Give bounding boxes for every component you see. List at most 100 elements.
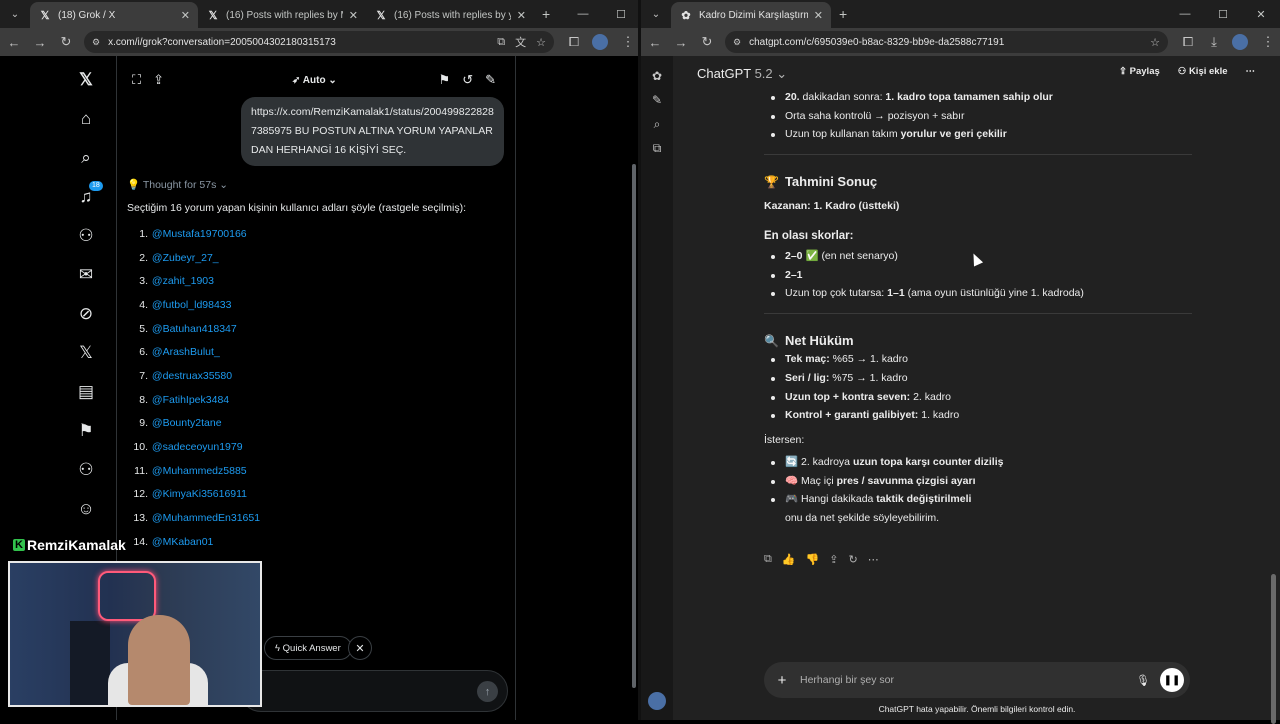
scrollbar[interactable] — [1268, 56, 1278, 724]
more-icon[interactable]: ⋮ — [1256, 30, 1280, 54]
share-button[interactable]: ⇪ Paylaş — [1119, 66, 1160, 77]
username-link[interactable]: @Batuhan418347 — [152, 323, 237, 335]
tab-posts-ykm[interactable]: 𝕏 (16) Posts with replies by ykm ✕ — [366, 2, 534, 28]
communities-icon[interactable]: ⚇ — [56, 450, 116, 489]
x-logo-icon[interactable]: 𝕏 — [56, 60, 116, 99]
new-chat-icon[interactable]: ✎ — [485, 72, 496, 88]
forward-icon[interactable]: → — [28, 30, 52, 54]
text: Uzun top kullanan takım — [785, 128, 901, 141]
scroll-thumb[interactable] — [632, 164, 636, 688]
plus-icon[interactable]: + — [764, 672, 800, 689]
username-link[interactable]: @sadeceoyun1979 — [152, 441, 243, 453]
site-info-icon[interactable]: ⚙ — [92, 37, 100, 48]
mail-icon[interactable]: ✉ — [56, 255, 116, 294]
reload-icon[interactable]: ↻ — [695, 30, 719, 54]
profile-icon[interactable]: ☺ — [56, 489, 116, 528]
search-icon[interactable]: ⌕ — [641, 112, 673, 136]
mode-selector[interactable]: ➶ Auto ⌄ — [292, 75, 337, 86]
extensions-icon[interactable]: ⧠ — [1176, 30, 1200, 54]
lists-icon[interactable]: ▤ — [56, 372, 116, 411]
back-icon[interactable]: ← — [2, 30, 26, 54]
translate-icon[interactable]: 文 — [515, 34, 526, 50]
username-link[interactable]: @KimyaKi35616911 — [152, 488, 247, 500]
close-icon[interactable]: ✕ — [814, 9, 823, 22]
forward-icon[interactable]: → — [669, 30, 693, 54]
bookmark-icon[interactable]: ⚑ — [439, 72, 451, 88]
extensions-icon[interactable]: ⧠ — [562, 30, 586, 54]
new-chat-icon[interactable]: ✎ — [641, 88, 673, 112]
username-link[interactable]: @Muhammedz5885 — [152, 465, 247, 477]
profile-avatar[interactable] — [592, 34, 608, 50]
new-tab-button[interactable]: + — [839, 6, 847, 22]
mic-icon[interactable]: 🎙 — [1136, 674, 1150, 687]
tab-search-icon[interactable]: ⌄ — [4, 3, 26, 25]
copy-icon[interactable]: ⧉ — [764, 553, 772, 566]
grok-input[interactable] — [240, 670, 508, 712]
grok-icon[interactable]: ⊘ — [56, 294, 116, 333]
thought-toggle[interactable]: 💡 Thought for 57s ⌄ — [127, 178, 228, 191]
voice-mode-icon[interactable]: ❚❚ — [1160, 668, 1184, 692]
library-icon[interactable]: ⧉ — [641, 136, 673, 160]
share-icon[interactable]: ⇪ — [829, 553, 838, 566]
more-icon[interactable]: ⋮ — [616, 30, 640, 54]
history-icon[interactable]: ↺ — [462, 72, 473, 88]
thumbs-down-icon[interactable]: 👎 — [806, 553, 820, 566]
username-link[interactable]: @zahit_1903 — [152, 275, 214, 287]
download-icon[interactable]: ⤓ — [1202, 30, 1226, 54]
install-icon[interactable]: ⧉ — [497, 36, 505, 49]
username-link[interactable]: @Bounty2tane — [152, 417, 222, 429]
tab-posts-mich[interactable]: 𝕏 (16) Posts with replies by Mich ✕ — [198, 2, 366, 28]
new-tab-button[interactable]: + — [542, 6, 550, 22]
more-icon[interactable]: ⋯ — [1246, 66, 1256, 77]
dismiss-icon[interactable]: ✕ — [348, 636, 372, 660]
bookmark-icon[interactable]: ⚑ — [56, 411, 116, 450]
address-bar[interactable]: ⚙ x.com/i/grok?conversation=200500430218… — [84, 31, 554, 53]
user-avatar[interactable] — [648, 692, 666, 710]
profile-avatar[interactable] — [1232, 34, 1248, 50]
star-icon[interactable]: ☆ — [1150, 36, 1160, 49]
username-link[interactable]: @FatihIpek3484 — [152, 394, 229, 406]
search-icon[interactable]: ⌕ — [56, 138, 116, 177]
reload-icon[interactable]: ↻ — [54, 30, 78, 54]
scroll-thumb[interactable] — [1271, 574, 1276, 724]
bell-icon[interactable]: ♫ 18 — [56, 177, 116, 216]
username-link[interactable]: @MKaban01 — [152, 536, 213, 548]
username-link[interactable]: @Zubeyr_27_ — [152, 252, 219, 264]
more-icon[interactable]: ⋯ — [868, 553, 879, 566]
home-icon[interactable]: ⌂ — [56, 99, 116, 138]
chatgpt-logo-icon[interactable]: ✿ — [641, 64, 673, 88]
close-icon[interactable]: ✕ — [181, 9, 190, 22]
scrollbar[interactable] — [630, 58, 638, 720]
site-info-icon[interactable]: ⚙ — [733, 37, 741, 48]
thumbs-up-icon[interactable]: 👍 — [782, 553, 796, 566]
chat-input[interactable]: + Herhangi bir şey sor 🎙 ❚❚ — [764, 662, 1190, 698]
username-link[interactable]: @Mustafa19700166 — [152, 228, 247, 240]
star-icon[interactable]: ☆ — [536, 36, 546, 49]
close-icon[interactable]: ✕ — [517, 9, 526, 22]
add-person-icon[interactable]: ⚇ — [56, 216, 116, 255]
close-window-icon[interactable]: ✕ — [1242, 8, 1280, 21]
regenerate-icon[interactable]: ↻ — [848, 553, 857, 566]
tab-chatgpt[interactable]: ✿ Kadro Dizimi Karşılaştırması ✕ — [671, 2, 831, 28]
username-link[interactable]: @futbol_ld98433 — [152, 299, 232, 311]
add-person-button[interactable]: ⚇ Kişi ekle — [1178, 66, 1228, 77]
minimize-icon[interactable]: — — [564, 8, 602, 20]
minimize-icon[interactable]: — — [1166, 8, 1204, 20]
model-selector[interactable]: ChatGPT 5.2 ⌄ — [697, 66, 787, 82]
address-bar[interactable]: ⚙ chatgpt.com/c/695039e0-b8ac-8329-bb9e-… — [725, 31, 1168, 53]
tab-grok[interactable]: 𝕏 (18) Grok / X ✕ — [30, 2, 198, 28]
send-icon[interactable]: ↑ — [477, 681, 498, 702]
back-icon[interactable]: ← — [643, 30, 667, 54]
expand-icon[interactable]: ⛶ — [132, 72, 141, 88]
tab-search-icon[interactable]: ⌄ — [645, 3, 667, 25]
text: dakikadan sonra: — [799, 91, 886, 103]
username-link[interactable]: @MuhammedEn31651 — [152, 512, 260, 524]
close-icon[interactable]: ✕ — [349, 9, 358, 22]
maximize-icon[interactable]: ☐ — [602, 8, 640, 21]
quick-answer-button[interactable]: ϟ Quick Answer — [264, 636, 352, 660]
maximize-icon[interactable]: ☐ — [1204, 8, 1242, 21]
share-icon[interactable]: ⇪ — [153, 72, 164, 88]
username-link[interactable]: @destruax35580 — [152, 370, 232, 382]
x-premium-icon[interactable]: 𝕏 — [56, 333, 116, 372]
username-link[interactable]: @ArashBulut_ — [152, 346, 220, 358]
